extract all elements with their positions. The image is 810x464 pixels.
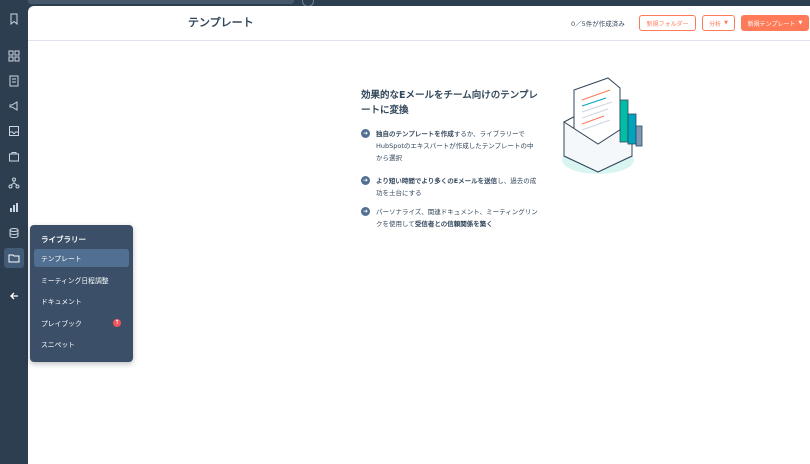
feature-text: パーソナライズ、関連ドキュメント、ミーティングリンクを使用して受信者との信頼関係… xyxy=(376,208,538,228)
flyout-item-playbooks[interactable]: プレイブック ↑ xyxy=(34,314,129,332)
database-icon[interactable] xyxy=(4,224,24,242)
collapse-arrow-icon[interactable] xyxy=(4,287,24,305)
flyout-item-documents[interactable]: ドキュメント xyxy=(34,292,129,310)
flyout-title: ライブラリー xyxy=(41,235,86,244)
flyout-item-label: テンプレート xyxy=(41,255,82,263)
flyout-item-label: スニペット xyxy=(41,341,75,349)
megaphone-icon[interactable] xyxy=(4,97,24,115)
page-header: テンプレート 0／5件が作成済み 新規フォルダー 分析 ▼ 新規テンプレート ▼ xyxy=(28,6,810,41)
new-folder-button[interactable]: 新規フォルダー xyxy=(639,15,696,31)
feature-item: ➜ 独自のテンプレートを作成するか、ライブラリーでHubSpotのエキスパートが… xyxy=(361,128,541,164)
feature-text: より短い時間でより多くのEメールを送信し、過去の成功を土台にする xyxy=(376,177,537,197)
flyout-item-label: ミーティング日程調整 xyxy=(41,277,109,285)
left-sidebar xyxy=(0,0,28,464)
arrow-circle-icon: ➜ xyxy=(361,129,370,138)
caret-down-icon: ▼ xyxy=(798,20,803,26)
feature-text: 独自のテンプレートを作成するか、ライブラリーでHubSpotのエキスパートが作成… xyxy=(376,130,534,162)
reports-icon[interactable] xyxy=(4,199,24,217)
flyout-item-snippets[interactable]: スニペット xyxy=(34,335,129,353)
new-template-dropdown-button[interactable]: 新規テンプレート ▼ xyxy=(741,15,809,31)
sales-icon[interactable] xyxy=(4,148,24,166)
templates-illustration xyxy=(562,77,643,174)
inbox-icon[interactable] xyxy=(4,122,24,140)
page-title: テンプレート xyxy=(188,16,254,29)
feature-item: ➜ より短い時間でより多くのEメールを送信し、過去の成功を土台にする xyxy=(361,175,541,199)
contacts-icon[interactable] xyxy=(4,72,24,90)
workflow-icon[interactable] xyxy=(4,174,24,192)
folder-icon[interactable] xyxy=(4,248,24,268)
arrow-circle-icon: ➜ xyxy=(361,207,370,216)
caret-down-icon: ▼ xyxy=(724,20,728,26)
arrow-circle-icon: ➜ xyxy=(361,176,370,185)
bookmark-icon[interactable] xyxy=(4,10,24,28)
dashboard-icon[interactable] xyxy=(4,47,24,65)
main-content: テンプレート 0／5件が作成済み 新規フォルダー 分析 ▼ 新規テンプレート ▼ 効… xyxy=(28,6,810,464)
analyze-label: 分析 xyxy=(709,20,722,28)
promo-title: 効果的なEメールをチーム向けのテンプレートに変換 xyxy=(361,90,538,116)
flyout-item-label: プレイブック xyxy=(41,320,82,328)
flyout-item-templates[interactable]: テンプレート xyxy=(34,249,129,267)
template-count: 0／5件が作成済み xyxy=(571,20,625,28)
feature-item: ➜ パーソナライズ、関連ドキュメント、ミーティングリンクを使用して受信者との信頼… xyxy=(361,206,541,230)
flyout-item-meetings[interactable]: ミーティング日程調整 xyxy=(34,271,129,289)
flyout-item-label: ドキュメント xyxy=(41,298,82,306)
new-folder-label: 新規フォルダー xyxy=(646,20,689,28)
new-template-label: 新規テンプレート xyxy=(747,20,796,28)
upgrade-arrow-icon: ↑ xyxy=(113,319,121,327)
library-flyout-menu: ライブラリー テンプレート ミーティング日程調整 ドキュメント プレイブック ↑… xyxy=(30,225,133,362)
top-tab-bar xyxy=(28,0,294,4)
analyze-dropdown-button[interactable]: 分析 ▼ xyxy=(702,15,735,31)
